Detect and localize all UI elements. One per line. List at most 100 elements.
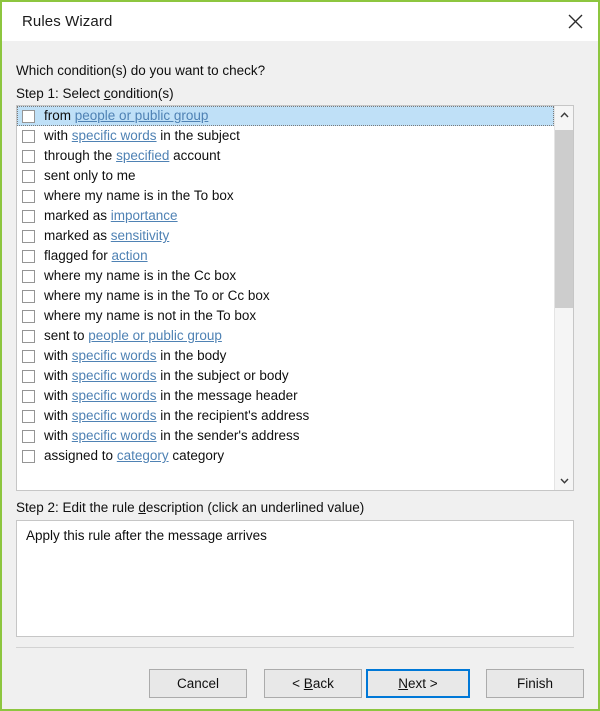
cancel-button[interactable]: Cancel xyxy=(149,669,247,698)
condition-text: marked as xyxy=(44,208,111,223)
condition-checkbox[interactable] xyxy=(22,229,35,243)
listbox-scrollbar[interactable] xyxy=(554,106,573,490)
condition-text: in the message header xyxy=(156,388,298,403)
cancel-button-label: Cancel xyxy=(176,676,220,691)
condition-label: marked as importance xyxy=(44,207,178,225)
list-item[interactable]: where my name is in the To or Cc box xyxy=(17,286,554,306)
condition-value-link[interactable]: specific words xyxy=(72,408,157,423)
list-item[interactable]: from people or public group xyxy=(17,106,554,126)
condition-checkbox[interactable] xyxy=(22,109,35,123)
condition-value-link[interactable]: sensitivity xyxy=(111,228,170,243)
conditions-listbox[interactable]: from people or public group with specific… xyxy=(16,105,574,491)
condition-checkbox[interactable] xyxy=(22,189,35,203)
condition-text: flagged for xyxy=(44,248,112,263)
condition-checkbox[interactable] xyxy=(22,449,35,463)
list-item[interactable]: sent to people or public group xyxy=(17,326,554,346)
condition-label: flagged for action xyxy=(44,247,148,265)
list-item[interactable]: where my name is in the Cc box xyxy=(17,266,554,286)
close-icon[interactable] xyxy=(552,2,598,40)
list-item[interactable]: with specific words in the subject or bo… xyxy=(17,366,554,386)
list-item[interactable]: flagged for action xyxy=(17,246,554,266)
prompt-text: Which condition(s) do you want to check? xyxy=(16,63,266,78)
condition-checkbox[interactable] xyxy=(22,149,35,163)
condition-label: where my name is in the To box xyxy=(44,187,234,205)
finish-button[interactable]: Finish xyxy=(486,669,584,698)
chevron-down-icon[interactable] xyxy=(555,472,573,490)
condition-checkbox[interactable] xyxy=(22,309,35,323)
condition-value-link[interactable]: action xyxy=(112,248,148,263)
condition-checkbox[interactable] xyxy=(22,409,35,423)
condition-text: with xyxy=(44,348,72,363)
condition-value-link[interactable]: specific words xyxy=(72,348,157,363)
step1-label-before: Step 1: Select xyxy=(16,86,104,101)
title-bar: Rules Wizard xyxy=(2,2,598,41)
scrollbar-thumb[interactable] xyxy=(555,130,573,308)
condition-value-link[interactable]: people or public group xyxy=(75,108,209,123)
condition-checkbox[interactable] xyxy=(22,369,35,383)
dialog-body: Which condition(s) do you want to check?… xyxy=(2,41,598,709)
condition-checkbox[interactable] xyxy=(22,269,35,283)
condition-value-link[interactable]: importance xyxy=(111,208,178,223)
condition-text: with xyxy=(44,368,72,383)
condition-label: through the specified account xyxy=(44,147,220,165)
condition-checkbox[interactable] xyxy=(22,429,35,443)
condition-value-link[interactable]: people or public group xyxy=(88,328,222,343)
list-item[interactable]: with specific words in the recipient's a… xyxy=(17,406,554,426)
condition-label: with specific words in the body xyxy=(44,347,226,365)
list-item[interactable]: with specific words in the body xyxy=(17,346,554,366)
list-item[interactable]: with specific words in the sender's addr… xyxy=(17,426,554,446)
condition-text: where my name is in the Cc box xyxy=(44,268,237,283)
condition-label: where my name is not in the To box xyxy=(44,307,256,325)
condition-checkbox[interactable] xyxy=(22,349,35,363)
condition-checkbox[interactable] xyxy=(22,169,35,183)
step2-label-before: Step 2: Edit the rule xyxy=(16,500,139,515)
condition-label: assigned to category category xyxy=(44,447,224,465)
condition-value-link[interactable]: specific words xyxy=(72,428,157,443)
condition-text: where my name is in the To box xyxy=(44,188,234,203)
back-button[interactable]: < Back xyxy=(264,669,362,698)
condition-value-link[interactable]: specific words xyxy=(72,388,157,403)
condition-text: sent to xyxy=(44,328,89,343)
condition-label: sent only to me xyxy=(44,167,136,185)
condition-checkbox[interactable] xyxy=(22,389,35,403)
chevron-up-icon[interactable] xyxy=(555,106,573,124)
list-item[interactable]: assigned to category category xyxy=(17,446,554,466)
list-item[interactable]: marked as importance xyxy=(17,206,554,226)
step2-label-accel: d xyxy=(138,500,146,515)
step2-label-after: escription (click an underlined value) xyxy=(145,500,365,515)
condition-text: with xyxy=(44,428,72,443)
condition-text: through the xyxy=(44,148,117,163)
condition-text: from xyxy=(44,108,75,123)
condition-value-link[interactable]: category xyxy=(117,448,169,463)
list-item[interactable]: through the specified account xyxy=(17,146,554,166)
rule-description-box[interactable]: Apply this rule after the message arrive… xyxy=(16,520,574,637)
list-item[interactable]: where my name is not in the To box xyxy=(17,306,554,326)
conditions-list: from people or public group with specific… xyxy=(17,106,554,490)
condition-text: with xyxy=(44,388,72,403)
condition-text: assigned to xyxy=(44,448,117,463)
condition-label: where my name is in the To or Cc box xyxy=(44,287,270,305)
condition-checkbox[interactable] xyxy=(22,329,35,343)
condition-text: in the recipient's address xyxy=(156,408,310,423)
list-item[interactable]: with specific words in the message heade… xyxy=(17,386,554,406)
next-button[interactable]: Next > xyxy=(366,669,470,698)
condition-checkbox[interactable] xyxy=(22,249,35,263)
condition-value-link[interactable]: specified xyxy=(116,148,169,163)
condition-checkbox[interactable] xyxy=(22,129,35,143)
list-item[interactable]: where my name is in the To box xyxy=(17,186,554,206)
finish-button-label: Finish xyxy=(516,676,553,691)
condition-checkbox[interactable] xyxy=(22,209,35,223)
condition-value-link[interactable]: specific words xyxy=(72,368,157,383)
condition-value-link[interactable]: specific words xyxy=(72,128,157,143)
window-title: Rules Wizard xyxy=(22,13,113,30)
condition-checkbox[interactable] xyxy=(22,289,35,303)
next-button-label: Next > xyxy=(398,676,438,691)
step2-label: Step 2: Edit the rule description (click… xyxy=(16,500,364,515)
condition-text: in the subject xyxy=(156,128,240,143)
condition-text: sent only to me xyxy=(44,168,136,183)
list-item[interactable]: with specific words in the subject xyxy=(17,126,554,146)
list-item[interactable]: marked as sensitivity xyxy=(17,226,554,246)
list-item[interactable]: sent only to me xyxy=(17,166,554,186)
condition-text: in the body xyxy=(156,348,227,363)
step1-label-accel: c xyxy=(103,86,111,101)
